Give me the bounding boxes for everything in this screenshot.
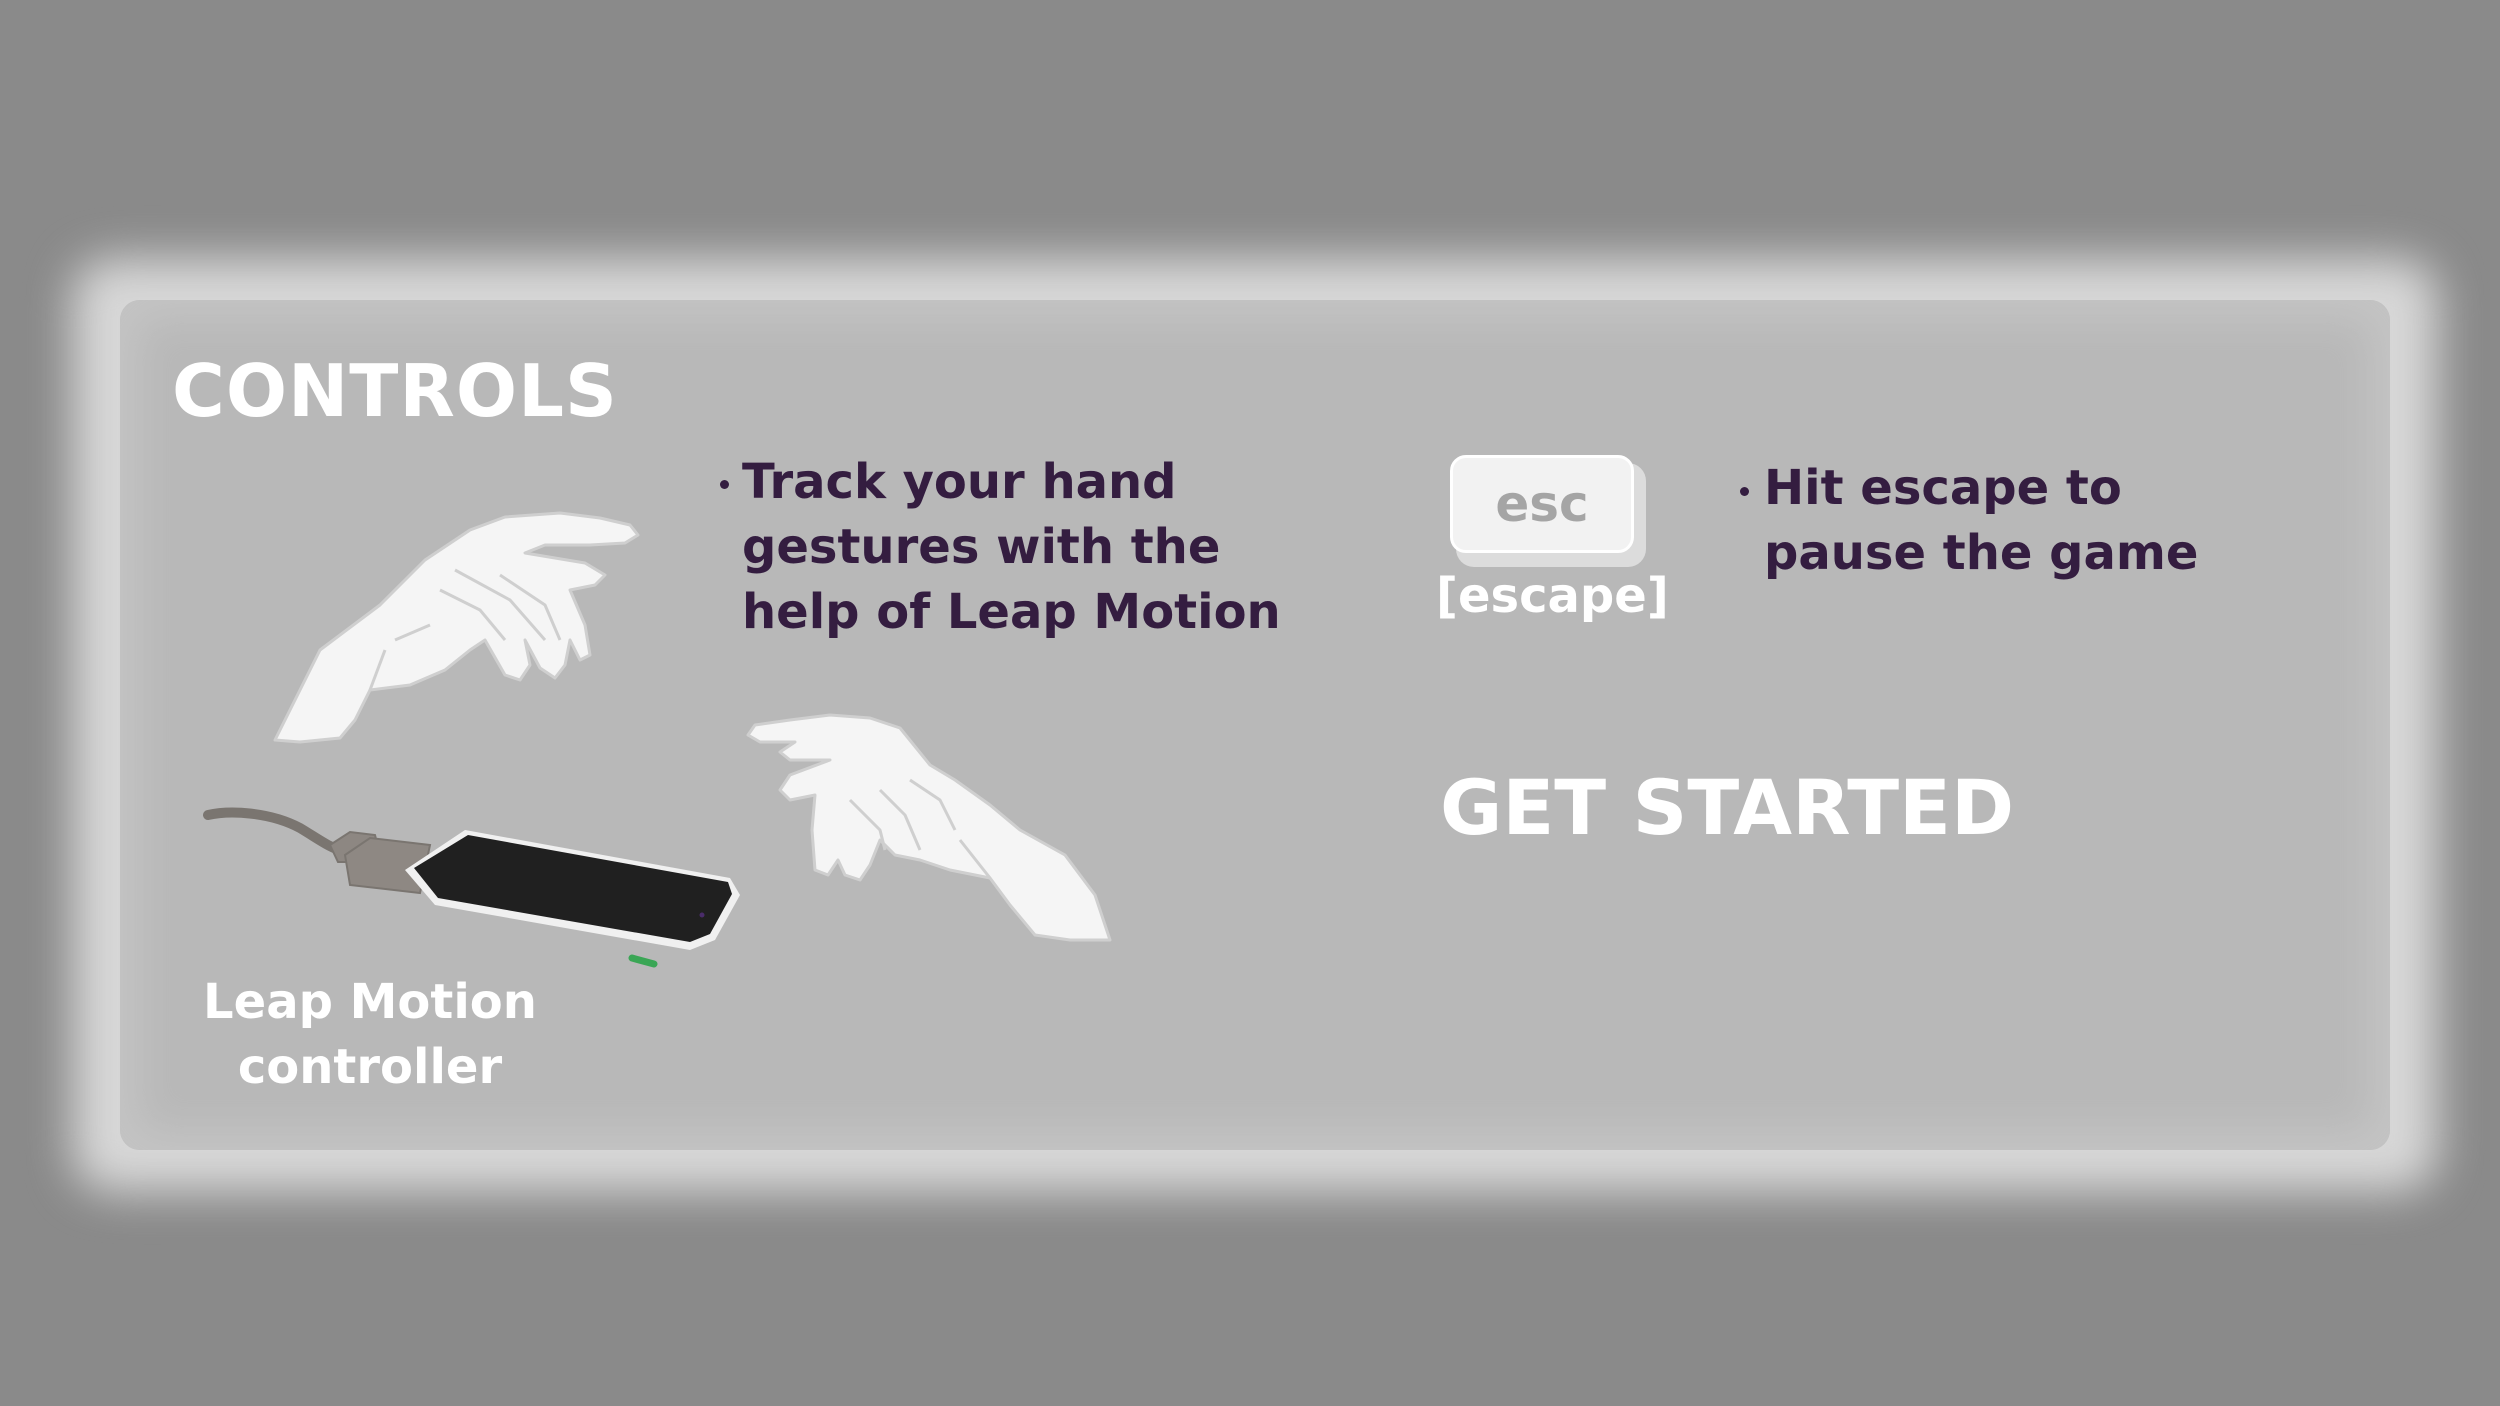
caption-line: controller	[237, 1039, 503, 1095]
keycap-face: esc	[1450, 455, 1634, 553]
instruction-line: help of Leap Motion	[742, 584, 1281, 640]
controls-screen: CONTROLS Track your hand gestures with t…	[0, 0, 2500, 1406]
get-started-button[interactable]: GET STARTED	[1440, 770, 2014, 846]
escape-instruction: Hit escape to pause the game	[1764, 456, 2198, 586]
instruction-line: gestures with the	[742, 519, 1221, 575]
bullet-dot	[1740, 487, 1749, 496]
controls-title: CONTROLS	[172, 349, 618, 433]
esc-key-icon: esc	[1450, 455, 1646, 567]
instruction-line: Track your hand	[742, 454, 1177, 510]
leap-motion-instruction: Track your hand gestures with the help o…	[742, 450, 1281, 645]
caption-line: Leap Motion	[203, 974, 537, 1030]
leap-motion-caption: Leap Motion controller	[170, 970, 570, 1100]
instruction-line: pause the game	[1764, 525, 2199, 581]
esc-key-caption: [escape]	[1436, 568, 1669, 624]
esc-key-label: esc	[1495, 475, 1589, 533]
instruction-line: Hit escape to	[1764, 460, 2122, 516]
bullet-dot	[720, 480, 729, 489]
